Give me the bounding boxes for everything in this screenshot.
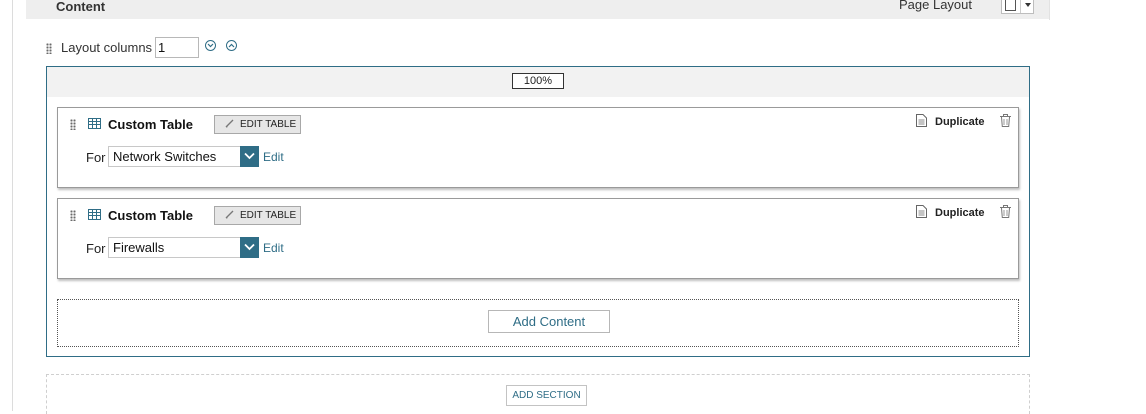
edit-table-button[interactable]: EDIT TABLE (214, 115, 301, 134)
for-select[interactable]: Network Switches (108, 146, 259, 167)
chevron-up-icon (228, 42, 235, 49)
duplicate-button[interactable]: Duplicate (935, 207, 985, 219)
table-grid-icon (88, 209, 101, 220)
drag-handle-icon[interactable] (70, 210, 76, 221)
section-top-bar: 100% (47, 67, 1029, 97)
for-label: For (86, 150, 106, 165)
dropdown-button[interactable] (240, 146, 259, 167)
duplicate-icon[interactable] (916, 114, 927, 127)
trash-icon[interactable] (1000, 114, 1011, 127)
edit-table-label: EDIT TABLE (240, 116, 296, 133)
pencil-icon (225, 210, 234, 219)
content-section: 100% Custom Table EDIT TABLE For Network… (46, 66, 1030, 357)
header-right-edge (1049, 0, 1050, 20)
layout-columns-input[interactable] (155, 37, 199, 58)
page-layout-label: Page Layout (899, 0, 972, 12)
for-select-value: Network Switches (113, 149, 216, 164)
dropdown-button[interactable] (240, 237, 259, 258)
duplicate-icon[interactable] (916, 205, 927, 218)
column-width-indicator[interactable]: 100% (512, 73, 564, 89)
drag-handle-icon[interactable] (70, 119, 76, 130)
page-layout-select[interactable] (1001, 0, 1034, 14)
chevron-down-icon (1025, 3, 1031, 7)
chevron-down-icon (207, 42, 214, 49)
edit-link[interactable]: Edit (263, 241, 284, 255)
chevron-down-icon (244, 152, 255, 160)
widget-title: Custom Table (108, 117, 193, 132)
for-select-value: Firewalls (113, 240, 164, 255)
drag-handle-icon[interactable] (46, 43, 52, 54)
custom-table-widget: Custom Table EDIT TABLE For Network Swit… (57, 107, 1019, 188)
duplicate-button[interactable]: Duplicate (935, 116, 985, 128)
content-header-bar: Content (26, 0, 1049, 19)
add-content-dropzone: Add Content (57, 299, 1019, 347)
expand-button[interactable] (226, 40, 237, 51)
custom-table-widget: Custom Table EDIT TABLE For Firewalls Ed… (57, 198, 1019, 279)
pencil-icon (225, 119, 234, 128)
layout-swatch-icon (1005, 0, 1016, 11)
widget-title: Custom Table (108, 208, 193, 223)
edit-table-label: EDIT TABLE (240, 207, 296, 224)
table-grid-icon (88, 118, 101, 129)
add-content-button[interactable]: Add Content (488, 310, 610, 333)
edit-link[interactable]: Edit (263, 150, 284, 164)
left-divider (12, 0, 13, 411)
add-section-dropzone: ADD SECTION (46, 374, 1030, 414)
for-select[interactable]: Firewalls (108, 237, 259, 258)
for-label: For (86, 241, 106, 256)
chevron-down-icon (244, 243, 255, 251)
add-section-button[interactable]: ADD SECTION (506, 385, 587, 406)
select-separator (1020, 0, 1021, 13)
collapse-button[interactable] (205, 40, 216, 51)
edit-table-button[interactable]: EDIT TABLE (214, 206, 301, 225)
trash-icon[interactable] (1000, 205, 1011, 218)
content-title: Content (56, 0, 105, 14)
layout-columns-label: Layout columns (61, 40, 152, 55)
